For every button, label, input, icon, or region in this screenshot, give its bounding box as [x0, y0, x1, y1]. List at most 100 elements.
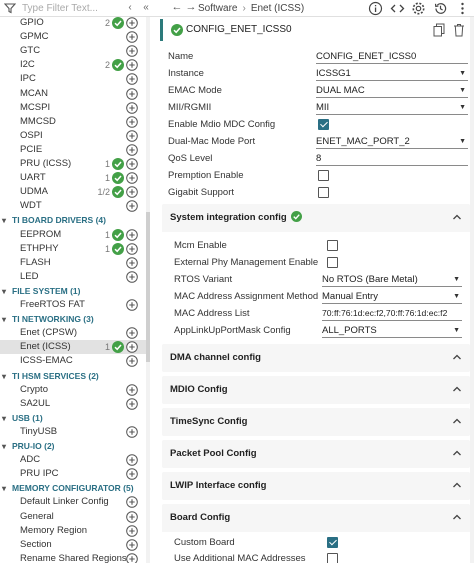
history-icon[interactable]	[433, 1, 448, 16]
add-instance-icon[interactable]	[126, 454, 138, 466]
sidebar-group-header[interactable]: ▾ FILE SYSTEM (1)	[2, 284, 149, 299]
chevron-up-icon[interactable]	[452, 480, 462, 490]
add-instance-icon[interactable]	[126, 327, 138, 339]
add-instance-icon[interactable]	[126, 73, 138, 86]
sidebar-item[interactable]: GPMC	[0, 30, 149, 44]
collapse-button[interactable]: ‹	[124, 2, 136, 14]
sidebar-item[interactable]: MCSPI	[0, 101, 149, 115]
mac-list-input[interactable]: 70:ff:76:1d:ec:f2,70:ff:76:1d:ec:f2	[322, 307, 462, 321]
chevron-down-icon[interactable]: ▾	[2, 482, 12, 496]
sidebar-item[interactable]: SA2UL	[0, 397, 149, 411]
delete-icon[interactable]	[453, 23, 465, 37]
add-instance-icon[interactable]	[126, 129, 138, 142]
sidebar-item[interactable]: ICSS-EMAC	[0, 354, 149, 368]
add-instance-icon[interactable]	[126, 200, 138, 213]
sidebar-item[interactable]: GTC	[0, 44, 149, 58]
add-instance-icon[interactable]	[126, 299, 138, 311]
add-instance-icon[interactable]	[126, 256, 138, 269]
add-instance-icon[interactable]	[126, 496, 138, 509]
add-instance-icon[interactable]	[126, 144, 138, 156]
sidebar-item[interactable]: General	[0, 510, 149, 524]
dual-mac-port-select[interactable]: ENET_MAC_PORT_2 ▼	[316, 135, 468, 149]
chevron-down-icon[interactable]: ▾	[2, 313, 12, 327]
sidebar-item[interactable]: FLASH	[0, 256, 149, 270]
sidebar-group-header[interactable]: ▾ MEMORY CONFIGURATOR (5)	[2, 481, 149, 496]
add-instance-icon[interactable]	[126, 17, 138, 29]
chevron-up-icon[interactable]	[452, 212, 462, 222]
filter-input[interactable]	[22, 1, 118, 15]
section-packet-pool[interactable]: Packet Pool Config	[162, 440, 470, 468]
sidebar-item[interactable]: Enet (CPSW)	[0, 326, 149, 340]
section-header[interactable]: Board Config	[170, 504, 230, 532]
chevron-down-icon[interactable]: ▾	[2, 412, 12, 426]
filter-icon[interactable]	[4, 2, 16, 14]
chevron-up-icon[interactable]	[452, 448, 462, 458]
mcm-checkbox[interactable]	[327, 240, 338, 251]
sidebar-item[interactable]: UDMA 1/2	[0, 185, 149, 199]
section-timesync[interactable]: TimeSync Config	[162, 408, 470, 436]
sidebar-item[interactable]: LED	[0, 270, 149, 284]
additional-mac-checkbox[interactable]	[327, 553, 338, 563]
add-instance-icon[interactable]	[126, 355, 138, 368]
qos-input[interactable]: 8	[316, 152, 468, 166]
sidebar-group-header[interactable]: ▾ TI NETWORKING (3)	[2, 312, 149, 327]
copy-icon[interactable]	[433, 23, 445, 37]
sidebar-item[interactable]: FreeRTOS FAT	[0, 298, 149, 312]
chevron-up-icon[interactable]	[452, 384, 462, 394]
add-instance-icon[interactable]	[126, 87, 138, 100]
chevron-down-icon[interactable]: ▾	[2, 285, 12, 299]
add-instance-icon[interactable]	[126, 45, 138, 57]
sidebar-item[interactable]: PRU IPC	[0, 467, 149, 481]
chevron-up-icon[interactable]	[452, 416, 462, 426]
sidebar-item[interactable]: Default Linker Config	[0, 495, 149, 509]
add-instance-icon[interactable]	[126, 552, 138, 563]
back-arrow-icon[interactable]: ←	[170, 1, 184, 13]
breadcrumb-item-software[interactable]: Software	[198, 3, 237, 14]
sidebar-item[interactable]: GPIO 2	[0, 17, 149, 30]
mdio-checkbox[interactable]	[318, 119, 329, 130]
sidebar-item[interactable]: MCAN	[0, 87, 149, 101]
sidebar-item[interactable]: Enet (ICSS) 1	[0, 340, 149, 355]
applink-select[interactable]: ALL_PORTS ▼	[322, 324, 462, 338]
sidebar-item[interactable]: IPC	[0, 72, 149, 86]
add-instance-icon[interactable]	[126, 468, 138, 480]
mac-method-select[interactable]: Manual Entry ▼	[322, 290, 462, 304]
left-scrollbar[interactable]	[146, 17, 150, 563]
info-icon[interactable]	[368, 1, 383, 16]
add-instance-icon[interactable]	[126, 524, 138, 537]
add-instance-icon[interactable]	[126, 242, 138, 255]
custom-board-checkbox[interactable]	[327, 537, 338, 548]
sidebar-item[interactable]: Section	[0, 538, 149, 552]
add-instance-icon[interactable]	[126, 172, 138, 184]
chevron-down-icon[interactable]: ▾	[2, 370, 12, 384]
add-instance-icon[interactable]	[126, 186, 138, 198]
name-input[interactable]: CONFIG_ENET_ICSS0	[316, 50, 468, 64]
premption-checkbox[interactable]	[318, 170, 329, 181]
add-instance-icon[interactable]	[126, 426, 138, 438]
sidebar-item[interactable]: Rename Shared Regions	[0, 552, 149, 563]
chevron-down-icon[interactable]: ▾	[2, 440, 12, 454]
add-instance-icon[interactable]	[126, 59, 138, 72]
add-instance-icon[interactable]	[126, 383, 138, 396]
chevron-up-icon[interactable]	[452, 512, 462, 522]
sidebar-item[interactable]: EEPROM 1	[0, 228, 149, 242]
settings-icon[interactable]	[411, 1, 426, 16]
left-scrollbar-thumb[interactable]	[146, 212, 150, 362]
section-header[interactable]: System integration config	[170, 204, 302, 232]
sidebar-group-header[interactable]: ▾ PRU-IO (2)	[2, 439, 149, 454]
instance-select[interactable]: ICSSG1 ▼	[316, 67, 468, 81]
forward-arrow-icon[interactable]: →	[184, 1, 198, 13]
sidebar-item[interactable]: MMCSD	[0, 115, 149, 129]
sidebar-item[interactable]: UART 1	[0, 171, 149, 185]
sidebar-item[interactable]: ADC	[0, 453, 149, 467]
sidebar-item[interactable]: Memory Region	[0, 524, 149, 538]
section-lwip[interactable]: LWIP Interface config	[162, 472, 470, 500]
sidebar-group-header[interactable]: ▾ TI BOARD DRIVERS (4)	[2, 213, 149, 227]
add-instance-icon[interactable]	[126, 101, 138, 114]
add-instance-icon[interactable]	[126, 341, 138, 354]
sidebar-group-header[interactable]: ▾ USB (1)	[2, 411, 149, 426]
sidebar-item[interactable]: I2C 2	[0, 58, 149, 72]
more-options-icon[interactable]	[455, 1, 470, 16]
sidebar-item[interactable]: OSPI	[0, 129, 149, 143]
add-instance-icon[interactable]	[126, 510, 138, 523]
